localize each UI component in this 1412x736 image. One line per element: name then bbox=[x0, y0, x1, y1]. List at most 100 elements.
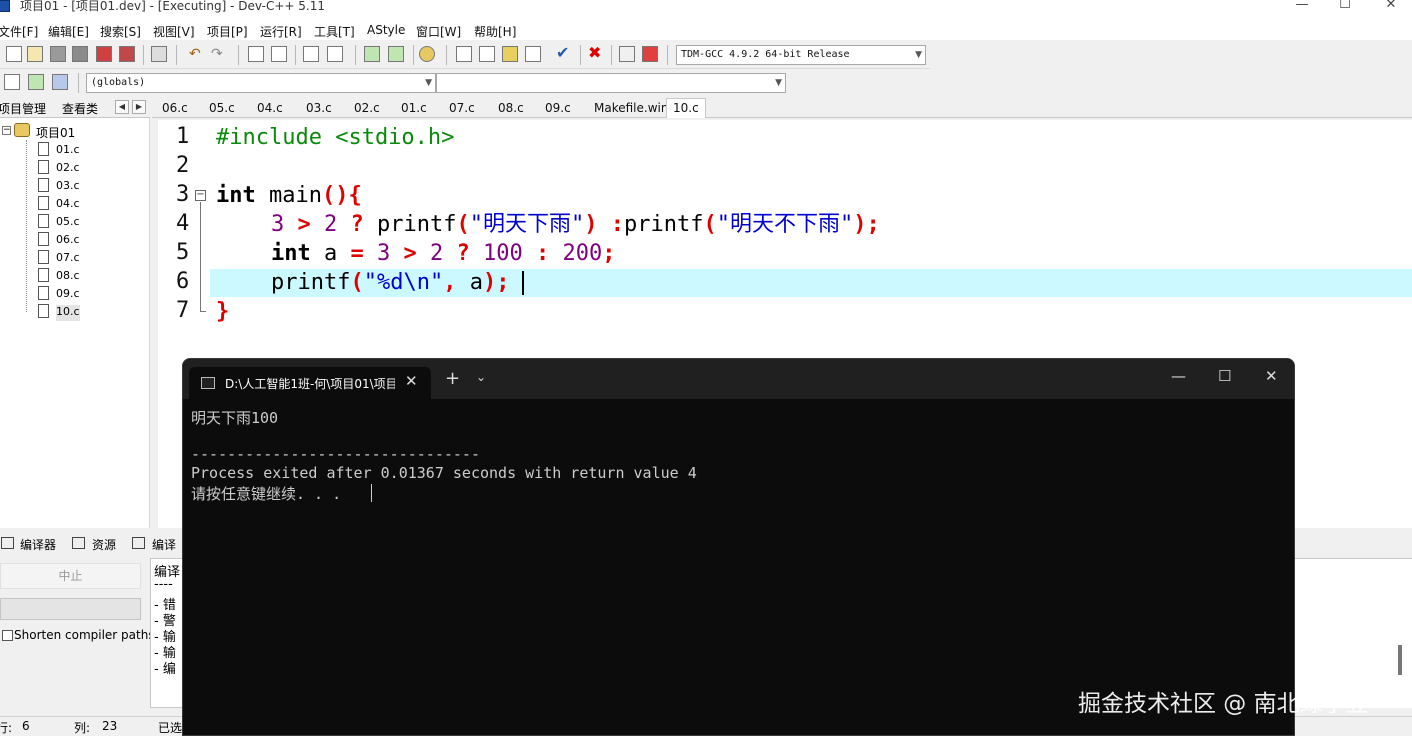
menu-file[interactable]: 文件[F] bbox=[0, 23, 38, 40]
menu-window[interactable]: 窗口[W] bbox=[416, 23, 461, 40]
maximize-button[interactable]: ☐ bbox=[1333, 0, 1357, 14]
run-icon[interactable] bbox=[479, 46, 495, 62]
menu-search[interactable]: 搜索[S] bbox=[100, 23, 141, 40]
tree-item[interactable]: 07.c bbox=[56, 251, 80, 267]
tab-10c-active[interactable]: 10.c bbox=[666, 98, 706, 118]
tab-resources[interactable]: 资源 bbox=[92, 536, 116, 553]
tab-05c[interactable]: 05.c bbox=[209, 101, 235, 115]
compiler-tab-icon bbox=[1, 537, 14, 549]
number: 2 bbox=[430, 241, 444, 266]
compile-run-icon[interactable] bbox=[502, 46, 518, 62]
scope-select[interactable]: (globals) ▼ bbox=[86, 73, 436, 93]
function-select[interactable]: ▼ bbox=[436, 73, 786, 93]
save-all-icon[interactable] bbox=[72, 46, 88, 62]
new-tab-button[interactable]: + bbox=[445, 368, 460, 389]
menu-run[interactable]: 运行[R] bbox=[260, 23, 302, 40]
code-line-1: #include <stdio.h> bbox=[216, 124, 454, 152]
line-number: 4 bbox=[176, 211, 190, 236]
open-file-icon[interactable] bbox=[27, 46, 43, 62]
menu-edit[interactable]: 编辑[E] bbox=[48, 23, 89, 40]
indent-icon[interactable] bbox=[303, 46, 319, 62]
console-tab[interactable]: D:\人工智能1班-何\项目01\项目 ✕ bbox=[189, 367, 431, 399]
shorten-paths-checkbox[interactable] bbox=[2, 630, 13, 641]
tab-project-manager[interactable]: 项目管理 bbox=[0, 100, 46, 117]
tab-class-view[interactable]: 查看类 bbox=[62, 100, 98, 117]
chevron-down-icon: ▼ bbox=[775, 78, 782, 88]
menu-tools[interactable]: 工具[T] bbox=[314, 23, 355, 40]
syntax-check-icon[interactable]: ✔ bbox=[556, 45, 572, 61]
chevron-down-icon[interactable]: ⌄ bbox=[476, 370, 486, 384]
console-minimize-button[interactable]: — bbox=[1171, 367, 1186, 385]
code-line-4: 3 > 2 ? printf("明天下雨") :printf("明天不下雨"); bbox=[271, 211, 880, 239]
tab-04c[interactable]: 04.c bbox=[257, 101, 283, 115]
console-close-button[interactable]: ✕ bbox=[1265, 367, 1278, 385]
tab-01c[interactable]: 01.c bbox=[401, 101, 427, 115]
add-to-project-icon[interactable] bbox=[364, 46, 380, 62]
tree-item-selected[interactable]: 10.c bbox=[56, 305, 80, 321]
identifier: printf bbox=[377, 212, 457, 237]
punctuation: ) bbox=[584, 212, 598, 237]
tab-makefile[interactable]: Makefile.win bbox=[594, 101, 668, 115]
log-scrollbar[interactable] bbox=[1398, 645, 1402, 675]
console-window[interactable]: D:\人工智能1班-何\项目01\项目 ✕ + ⌄ — ☐ ✕ 明天下雨100 … bbox=[182, 358, 1295, 736]
minimize-button[interactable]: — bbox=[1290, 0, 1314, 14]
undo-icon[interactable]: ↶ bbox=[189, 47, 205, 63]
tree-item[interactable]: 04.c bbox=[56, 197, 80, 213]
redo-icon[interactable]: ↷ bbox=[211, 47, 227, 63]
tree-item[interactable]: 06.c bbox=[56, 233, 80, 249]
tab-02c[interactable]: 02.c bbox=[354, 101, 380, 115]
file-icon bbox=[38, 286, 49, 300]
tree-item[interactable]: 02.c bbox=[56, 161, 80, 177]
tab-03c[interactable]: 03.c bbox=[306, 101, 332, 115]
tree-item[interactable]: 09.c bbox=[56, 287, 80, 303]
menu-astyle[interactable]: AStyle bbox=[367, 23, 405, 37]
remove-from-project-icon[interactable] bbox=[388, 46, 404, 62]
menu-help[interactable]: 帮助[H] bbox=[474, 23, 516, 40]
project-options-icon[interactable] bbox=[419, 46, 435, 62]
close-button[interactable]: ✕ bbox=[1379, 0, 1403, 14]
print-icon[interactable] bbox=[151, 46, 167, 62]
goto-definition-icon[interactable] bbox=[52, 74, 68, 90]
operator: ? bbox=[337, 212, 377, 237]
unindent-icon[interactable] bbox=[327, 46, 343, 62]
file-icon bbox=[38, 268, 49, 282]
tree-project-root[interactable]: 项目01 bbox=[36, 124, 75, 141]
punctuation: (){ bbox=[321, 183, 362, 208]
tab-09c[interactable]: 09.c bbox=[545, 101, 571, 115]
profile-icon[interactable] bbox=[619, 46, 635, 62]
close-tab-icon[interactable]: ✕ bbox=[405, 372, 418, 390]
tab-scroll-left-icon[interactable]: ◀ bbox=[115, 100, 129, 114]
new-file-icon[interactable] bbox=[6, 46, 22, 62]
tab-07c[interactable]: 07.c bbox=[449, 101, 475, 115]
rebuild-all-icon[interactable] bbox=[525, 46, 541, 62]
fold-collapse-icon[interactable]: − bbox=[195, 190, 206, 201]
tree-item[interactable]: 01.c bbox=[56, 143, 80, 159]
find-icon[interactable] bbox=[248, 46, 264, 62]
tree-item[interactable]: 05.c bbox=[56, 215, 80, 231]
tab-06c[interactable]: 06.c bbox=[162, 101, 188, 115]
file-icon bbox=[38, 304, 49, 318]
compiler-select[interactable]: TDM-GCC 4.9.2 64-bit Release ▼ bbox=[676, 45, 926, 65]
tree-item[interactable]: 08.c bbox=[56, 269, 80, 285]
menu-project[interactable]: 项目[P] bbox=[207, 23, 248, 40]
abort-compilation-button[interactable]: 中止 bbox=[0, 563, 141, 589]
stop-execution-icon[interactable]: ✖ bbox=[588, 45, 604, 61]
console-maximize-button[interactable]: ☐ bbox=[1218, 367, 1231, 385]
tab-compiler[interactable]: 编译器 bbox=[20, 536, 56, 553]
tab-scroll-right-icon[interactable]: ▶ bbox=[132, 100, 146, 114]
menu-view[interactable]: 视图[V] bbox=[153, 23, 195, 40]
tab-compile-log[interactable]: 编译 bbox=[152, 536, 176, 553]
tree-item[interactable]: 03.c bbox=[56, 179, 80, 195]
compiler-select-value: TDM-GCC 4.9.2 64-bit Release bbox=[681, 49, 850, 60]
line-number: 3 bbox=[176, 182, 190, 207]
close-all-icon[interactable] bbox=[119, 46, 135, 62]
delete-profile-icon[interactable] bbox=[642, 46, 658, 62]
save-icon[interactable] bbox=[50, 46, 66, 62]
tab-08c[interactable]: 08.c bbox=[498, 101, 524, 115]
compile-icon[interactable] bbox=[456, 46, 472, 62]
class-browser-icon[interactable] bbox=[4, 74, 20, 90]
tree-collapse-icon[interactable]: − bbox=[2, 126, 11, 135]
replace-icon[interactable] bbox=[271, 46, 287, 62]
close-file-icon[interactable] bbox=[96, 46, 112, 62]
goto-declaration-icon[interactable] bbox=[28, 74, 44, 90]
